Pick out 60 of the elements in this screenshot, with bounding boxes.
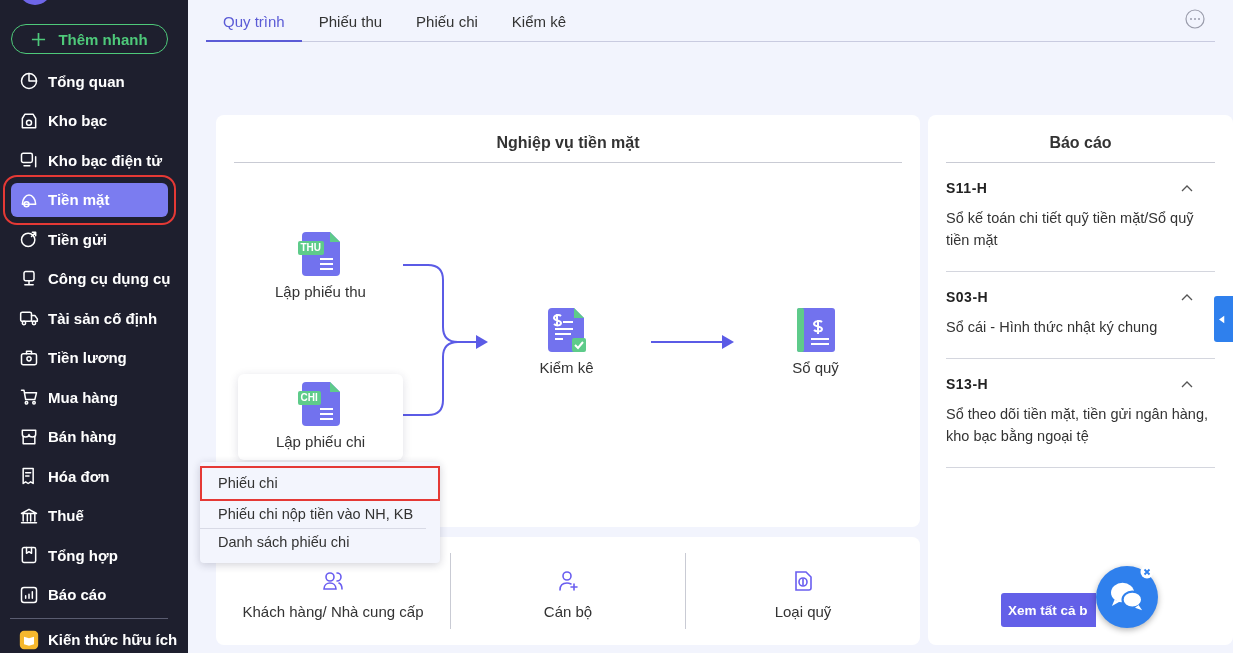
chevron-up-icon[interactable]: [1181, 293, 1193, 301]
menu-item[interactable]: Phiếu chi: [200, 466, 440, 501]
report-code: S03-H: [946, 289, 989, 305]
card-title: Báo cáo: [946, 115, 1215, 163]
more-icon[interactable]: [1185, 8, 1205, 29]
sidebar-item[interactable]: Kho bạc điện tử: [11, 143, 168, 177]
user-add-icon: [556, 569, 580, 593]
checked-document-icon: [547, 308, 586, 352]
tab[interactable]: Phiếu thu: [301, 13, 400, 42]
shortcut-link[interactable]: Cán bộ: [450, 553, 685, 629]
tab[interactable]: Kiểm kê: [494, 13, 583, 42]
chat-bubbles-icon: [1109, 581, 1145, 613]
book-icon: [19, 629, 39, 650]
chevron-up-icon[interactable]: [1181, 184, 1193, 192]
sidebar-item[interactable]: Mua hàng: [11, 380, 168, 414]
sidebar-item[interactable]: Kho bạc: [11, 103, 168, 138]
workflow-node[interactable]: Kiểm kê: [484, 300, 649, 386]
report-code: S11-H: [946, 180, 988, 196]
users-icon: [321, 569, 345, 593]
menu-item[interactable]: Phiếu chi nộp tiền vào NH, KB: [200, 501, 426, 529]
shortcut-link[interactable]: Loại quỹ: [685, 553, 920, 629]
ledger-icon: [19, 545, 39, 565]
sidebar-item[interactable]: Tổng hợp: [11, 538, 168, 572]
report-item[interactable]: S13-H Sổ theo dõi tiền mặt, tiền gửi ngân hàng, kho bạc bằng ngoại tệ: [946, 359, 1215, 468]
badge: THU: [297, 241, 325, 255]
document-icon: [301, 382, 340, 426]
sidebar-item[interactable]: Tiền lương: [11, 340, 168, 375]
chevron-up-icon[interactable]: [1181, 380, 1193, 388]
sidebar-item[interactable]: Kiến thức hữu ích: [11, 622, 180, 653]
sidebar-item[interactable]: Thuế: [11, 498, 168, 533]
plus-icon: [31, 31, 47, 47]
badge: CHI: [297, 391, 321, 405]
sidebar-item[interactable]: Tiền gửi: [11, 222, 168, 256]
report-description: Sổ cái - Hình thức nhật ký chung: [946, 318, 1159, 337]
sidebar-item[interactable]: Công cụ dụng cụ: [11, 261, 168, 296]
report-item[interactable]: S11-H Sổ kế toán chi tiết quỹ tiền mặt/Sổ quỹ tiền mặt: [946, 163, 1215, 272]
sidebar-item[interactable]: Tài sản cố định: [11, 301, 168, 335]
tab[interactable]: Phiếu chi: [399, 13, 495, 42]
workflow-node[interactable]: Sổ quỹ: [733, 300, 898, 386]
workflow-node[interactable]: THU Lập phiếu thu: [238, 224, 403, 310]
caret-left-icon: [1219, 314, 1225, 324]
report-description: Sổ theo dõi tiền mặt, tiền gửi ngân hàng, kho bạc bằng ngoại tệ: [946, 405, 1210, 446]
monitor-icon: [19, 150, 39, 170]
report-code: S13-H: [946, 376, 989, 392]
sidebar-item[interactable]: Báo cáo: [11, 577, 168, 612]
card-title: Nghiệp vụ tiền mặt: [234, 115, 902, 163]
money-book-icon: [796, 308, 835, 352]
panel-toggle[interactable]: [1214, 296, 1233, 342]
truck-icon: [19, 308, 39, 328]
tab[interactable]: Quy trình: [206, 13, 302, 42]
sidebar-item[interactable]: Hóa đơn: [11, 459, 168, 493]
bar-chart-icon: [19, 584, 39, 605]
cart-icon: [19, 387, 39, 407]
sidebar-item[interactable]: Bán hàng: [11, 419, 168, 454]
sidebar-item[interactable]: Tổng quan: [11, 64, 168, 98]
workflow-node[interactable]: CHI Lập phiếu chi: [238, 374, 403, 460]
view-all-button[interactable]: Xem tất cả b: [1001, 593, 1096, 627]
report-description: Sổ kế toán chi tiết quỹ tiền mặt/Sổ quỹ tiền mặt: [946, 209, 1195, 250]
pie-chart-icon: [19, 71, 39, 91]
close-icon[interactable]: [1140, 565, 1154, 579]
